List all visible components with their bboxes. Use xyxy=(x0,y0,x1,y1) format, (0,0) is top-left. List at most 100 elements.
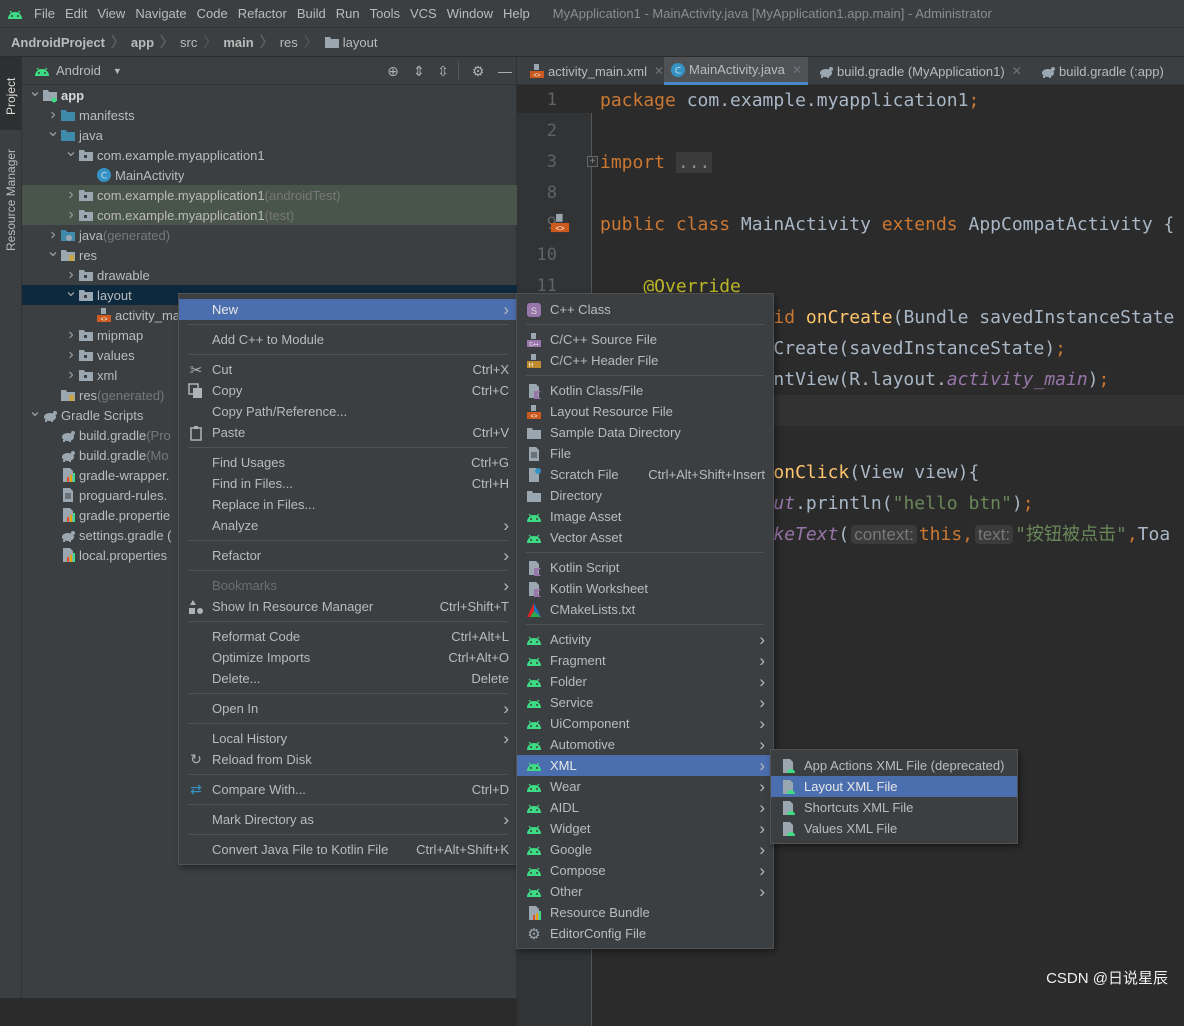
menu-item-mark-directory-as[interactable]: Mark Directory as › xyxy=(179,809,517,830)
project-tool-tab[interactable]: Project xyxy=(0,57,22,130)
tree-item[interactable]: › manifests xyxy=(22,105,517,125)
menu-item-c-class[interactable]: S C++ Class xyxy=(517,299,773,320)
close-tab-icon[interactable]: ✕ xyxy=(792,63,802,77)
menu-item-scratch-file[interactable]: Scratch File Ctrl+Alt+Shift+Insert xyxy=(517,464,773,485)
editor-tab[interactable]: build.gradle (MyApplication1) ✕ xyxy=(812,57,1030,85)
code-line[interactable]: import ... xyxy=(600,147,713,178)
collapse-all-icon[interactable]: ⇳ xyxy=(435,63,451,79)
menu-item-kotlin-worksheet[interactable]: Kotlin Worksheet xyxy=(517,578,773,599)
close-tab-icon[interactable]: ✕ xyxy=(654,64,664,78)
menu-vcs[interactable]: VCS xyxy=(405,6,442,21)
menu-item-c-c-source-file[interactable]: C++ C/C++ Source File xyxy=(517,329,773,350)
menu-item-layout-xml-file[interactable]: Layout XML File xyxy=(771,776,1017,797)
menu-navigate[interactable]: Navigate xyxy=(130,6,191,21)
locate-file-icon[interactable]: ⊕ xyxy=(385,63,401,79)
tree-item[interactable]: ⌄ app xyxy=(22,83,517,105)
menu-item-find-in-files[interactable]: Find in Files... Ctrl+H xyxy=(179,473,517,494)
menu-item-wear[interactable]: Wear › xyxy=(517,776,773,797)
chevron-right-icon[interactable]: › xyxy=(64,325,78,345)
menu-item-open-in[interactable]: Open In › xyxy=(179,698,517,719)
menu-item-optimize-imports[interactable]: Optimize Imports Ctrl+Alt+O xyxy=(179,647,517,668)
gear-icon[interactable]: ⚙ xyxy=(470,63,486,79)
menu-item-widget[interactable]: Widget › xyxy=(517,818,773,839)
menu-item-image-asset[interactable]: Image Asset xyxy=(517,506,773,527)
tree-item[interactable]: C MainActivity xyxy=(22,165,517,185)
menu-window[interactable]: Window xyxy=(442,6,498,21)
chevron-down-icon[interactable]: ⌄ xyxy=(46,241,60,261)
chevron-right-icon[interactable]: › xyxy=(64,185,78,205)
menu-item-c-c-header-file[interactable]: H C/C++ Header File xyxy=(517,350,773,371)
menu-item-copy-path-reference[interactable]: Copy Path/Reference... xyxy=(179,401,517,422)
menu-item-find-usages[interactable]: Find Usages Ctrl+G xyxy=(179,452,517,473)
tree-item[interactable]: › com.example.myapplication1 (androidTest… xyxy=(22,185,517,205)
menu-item-kotlin-script[interactable]: Kotlin Script xyxy=(517,557,773,578)
menu-build[interactable]: Build xyxy=(292,6,331,21)
menu-view[interactable]: View xyxy=(92,6,130,21)
menu-item-directory[interactable]: Directory xyxy=(517,485,773,506)
menu-item-service[interactable]: Service › xyxy=(517,692,773,713)
chevron-down-icon[interactable]: ⌄ xyxy=(28,81,42,101)
chevron-down-icon[interactable]: ⌄ xyxy=(64,141,78,161)
menu-code[interactable]: Code xyxy=(192,6,233,21)
menu-item-other[interactable]: Other › xyxy=(517,881,773,902)
menu-item-kotlin-class-file[interactable]: Kotlin Class/File xyxy=(517,380,773,401)
editor-tab[interactable]: build.gradle (:app) xyxy=(1034,57,1164,85)
menu-item-folder[interactable]: Folder › xyxy=(517,671,773,692)
breadcrumb-item[interactable]: app 〉 xyxy=(131,32,180,52)
chevron-right-icon[interactable]: › xyxy=(64,205,78,225)
menu-item-activity[interactable]: Activity › xyxy=(517,629,773,650)
breadcrumb-item[interactable]: main 〉 xyxy=(223,32,279,52)
menu-item-compose[interactable]: Compose › xyxy=(517,860,773,881)
breadcrumb-item[interactable]: AndroidProject 〉 xyxy=(11,32,131,52)
menu-item-automotive[interactable]: Automotive › xyxy=(517,734,773,755)
menu-item-replace-in-files[interactable]: Replace in Files... xyxy=(179,494,517,515)
menu-item-delete[interactable]: Delete... Delete xyxy=(179,668,517,689)
menu-item-reformat-code[interactable]: Reformat Code Ctrl+Alt+L xyxy=(179,626,517,647)
breadcrumb-item[interactable]: res 〉 xyxy=(280,32,324,52)
code-line[interactable]: package com.example.myapplication1; xyxy=(600,85,979,116)
resource-manager-tool-tab[interactable]: Resource Manager xyxy=(0,137,22,262)
menu-item-uicomponent[interactable]: UiComponent › xyxy=(517,713,773,734)
menu-item-file[interactable]: File xyxy=(517,443,773,464)
chevron-right-icon[interactable]: › xyxy=(64,365,78,385)
chevron-down-icon[interactable]: ⌄ xyxy=(64,281,78,301)
close-tab-icon[interactable]: ✕ xyxy=(1012,64,1022,78)
menu-item-reload-from-disk[interactable]: ↻ Reload from Disk xyxy=(179,749,517,770)
menu-item-vector-asset[interactable]: Vector Asset xyxy=(517,527,773,548)
menu-item-paste[interactable]: Paste Ctrl+V xyxy=(179,422,517,443)
view-mode-selector[interactable]: Android ▼ xyxy=(53,63,122,78)
menu-item-cmakelists-txt[interactable]: CMakeLists.txt xyxy=(517,599,773,620)
menu-item-cut[interactable]: ✂ Cut Ctrl+X xyxy=(179,359,517,380)
tree-item[interactable]: › java (generated) xyxy=(22,225,517,245)
menu-item-aidl[interactable]: AIDL › xyxy=(517,797,773,818)
menu-item-add-c-to-module[interactable]: Add C++ to Module xyxy=(179,329,517,350)
menu-tools[interactable]: Tools xyxy=(365,6,405,21)
expand-all-icon[interactable]: ⇕ xyxy=(411,63,427,79)
breadcrumb-item[interactable]: src 〉 xyxy=(180,32,223,52)
tree-item[interactable]: ⌄ java xyxy=(22,123,517,145)
menu-item-app-actions-xml-file-deprecated[interactable]: App Actions XML File (deprecated) xyxy=(771,755,1017,776)
menu-item-google[interactable]: Google › xyxy=(517,839,773,860)
menu-file[interactable]: File xyxy=(29,6,60,21)
related-layout-gutter-icon[interactable]: <> xyxy=(550,213,571,234)
chevron-down-icon[interactable]: ⌄ xyxy=(28,401,42,421)
menu-run[interactable]: Run xyxy=(331,6,365,21)
editor-tab[interactable]: C MainActivity.java ✕ xyxy=(664,57,808,85)
menu-item-convert-java-file-to-kotlin-file[interactable]: Convert Java File to Kotlin File Ctrl+Alt… xyxy=(179,839,517,860)
tree-item[interactable]: › com.example.myapplication1 (test) xyxy=(22,205,517,225)
menu-item-editorconfig-file[interactable]: ⚙ EditorConfig File xyxy=(517,923,773,944)
menu-item-compare-with[interactable]: ⇄ Compare With... Ctrl+D xyxy=(179,779,517,800)
menu-help[interactable]: Help xyxy=(498,6,535,21)
tree-item[interactable]: ⌄ res xyxy=(22,243,517,265)
menu-item-sample-data-directory[interactable]: Sample Data Directory xyxy=(517,422,773,443)
menu-item-values-xml-file[interactable]: Values XML File xyxy=(771,818,1017,839)
menu-item-analyze[interactable]: Analyze › xyxy=(179,515,517,536)
editor-tab[interactable]: <> activity_main.xml ✕ xyxy=(523,57,664,85)
menu-edit[interactable]: Edit xyxy=(60,6,92,21)
menu-item-xml[interactable]: XML › xyxy=(517,755,773,776)
chevron-down-icon[interactable]: ⌄ xyxy=(46,121,60,141)
menu-item-copy[interactable]: Copy Ctrl+C xyxy=(179,380,517,401)
menu-item-shortcuts-xml-file[interactable]: Shortcuts XML File xyxy=(771,797,1017,818)
hide-panel-icon[interactable]: — xyxy=(497,63,513,79)
menu-item-layout-resource-file[interactable]: <> Layout Resource File xyxy=(517,401,773,422)
